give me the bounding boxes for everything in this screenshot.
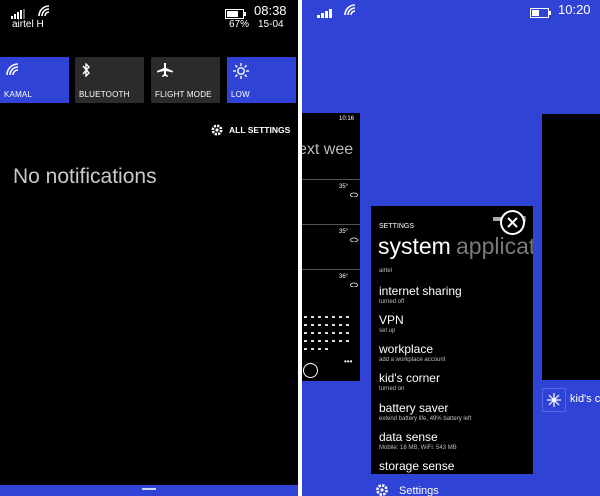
quick-action-flight-mode[interactable]: FLIGHT MODE [151,57,220,103]
setting-workplace[interactable]: workplace [379,342,433,356]
cloud-icon [350,274,358,292]
calendar-app-icon [303,363,318,378]
temperature: 35° [339,184,349,190]
background-app-card[interactable]: 10:16 ext wee 35° 35° 36° ••• [302,113,360,381]
wifi-icon [6,63,20,81]
quick-action-wifi[interactable]: KAMAL [0,57,69,103]
date: 15-04 [258,19,284,30]
setting-battery-saver[interactable]: battery saver [379,401,448,415]
setting-storage-sense[interactable]: storage sense [379,459,454,473]
pivot-title-applications[interactable]: applicat [456,233,533,260]
divider [302,224,360,225]
nav-handle-bar[interactable] [0,485,298,496]
cloud-icon [350,184,358,202]
bluetooth-icon [81,62,91,82]
battery-icon [530,5,552,23]
setting-data-sense[interactable]: data sense [379,430,438,444]
all-settings-label: ALL SETTINGS [229,125,291,135]
temperature: 36° [339,274,349,280]
setting-workplace-status: add a workplace account [379,357,446,363]
setting-data-sense-status: Mobile: 18 MB, WiFi: 543 MB [379,445,457,451]
setting-internet-sharing-status: turned off [379,299,405,305]
quick-action-label: BLUETOOTH [79,90,130,99]
app-heading-fragment: ext wee [302,141,354,158]
setting-vpn[interactable]: VPN [379,313,404,327]
pivot-title-system[interactable]: system [378,233,451,260]
battery-percent: 67% [229,19,250,30]
settings-app-card[interactable]: SETTINGS system applicat airtel internet… [371,206,533,474]
empty-notifications-message: No notifications [13,165,157,188]
nav-handle [142,488,156,490]
divider [302,179,360,180]
more-dots-icon[interactable]: ••• [344,357,352,366]
close-icon [502,212,523,233]
setting-battery-saver-status: extend battery life, 49% battery left [379,416,472,422]
temperature: 35° [339,229,349,235]
kids-corner-app-card[interactable] [542,114,600,380]
setting-kids-corner-status: turned on [379,386,405,392]
airplane-icon [157,63,173,82]
close-app-button[interactable] [500,210,525,235]
kids-corner-app-label: kid's c [570,393,600,405]
setting-vpn-status: set up [379,328,396,334]
mini-clock: 10:16 [339,116,355,122]
setting-kids-corner[interactable]: kid's corner [379,371,440,385]
carrier-name: airtel [379,268,393,274]
carrier-name: airtel H [12,19,44,30]
quick-action-brightness[interactable]: LOW [227,57,296,103]
quick-action-label: FLIGHT MODE [155,90,212,99]
clock: 08:38 [254,3,287,18]
brightness-icon [233,63,249,84]
all-settings-button[interactable]: ALL SETTINGS [210,123,290,137]
settings-app-icon [371,480,391,496]
action-center-screen: airtel H 08:38 67% 15-04 KAMAL BLUETOOTH… [0,0,298,496]
wifi-status-icon [344,3,358,21]
settings-section-label: SETTINGS [379,223,415,230]
kids-corner-app-icon [542,388,566,412]
cloud-icon [350,229,358,247]
settings-app-label: Settings [399,485,439,496]
quick-action-bluetooth[interactable]: BLUETOOTH [75,57,144,103]
task-switcher-screen: 10:20 10:16 ext wee 35° 35° 36° ••• SETT… [302,0,600,496]
gear-icon [210,123,224,137]
quick-action-label: LOW [231,90,250,99]
mini-calendar-grid [304,316,356,363]
divider [302,269,360,270]
setting-internet-sharing[interactable]: internet sharing [379,284,462,298]
quick-action-label: KAMAL [4,90,33,99]
signal-icon [317,5,335,23]
clock: 10:20 [558,2,591,17]
